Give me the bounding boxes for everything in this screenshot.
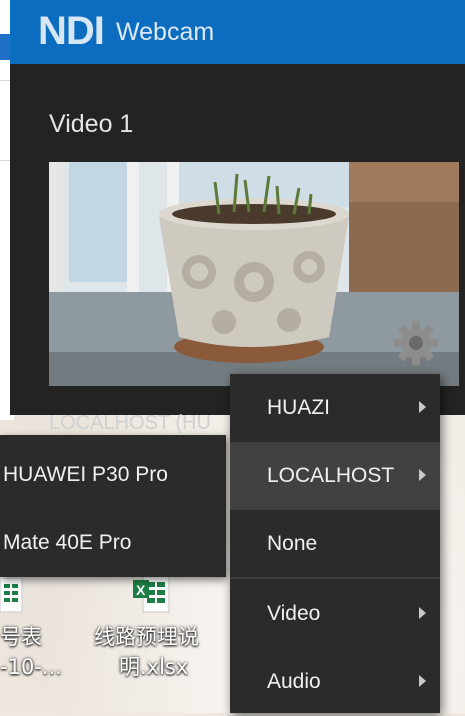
video-label: Video 1 [49, 110, 134, 138]
desktop-file-1-name-line2: -10-... [0, 655, 62, 679]
menu-item-none[interactable]: None [230, 510, 440, 578]
gear-icon[interactable] [391, 318, 441, 368]
video-preview[interactable] [49, 162, 459, 386]
desktop-file-1[interactable] [0, 578, 30, 618]
menu-item-label: Mate 40E Pro [3, 531, 132, 554]
menu-item-huawei-p30-pro[interactable]: HUAWEI P30 Pro [0, 441, 226, 509]
source-label: LOCALHOST (HU [49, 412, 211, 434]
menu-item-label: Audio [267, 670, 321, 693]
desktop-file-1-name-line1: 号表 [0, 625, 42, 649]
menu-item-label: HUAWEI P30 Pro [3, 463, 168, 486]
ndi-webcam-window[interactable]: NDI Webcam Video 1 LOCALHOST (HU [10, 0, 465, 434]
source-submenu: HUAWEI P30 Pro Mate 40E Pro [0, 435, 226, 577]
svg-text:X: X [136, 582, 146, 598]
menu-item-huazi[interactable]: HUAZI [230, 374, 440, 442]
ndi-logo: NDI [38, 9, 105, 53]
menu-item-label: LOCALHOST [267, 464, 395, 487]
menu-item-audio[interactable]: Audio [230, 648, 440, 716]
context-menu: HUAZI LOCALHOST None Video Audio [230, 374, 440, 713]
menu-item-label: None [267, 532, 318, 555]
submenu-arrow-icon [419, 469, 426, 481]
submenu-arrow-icon [419, 607, 426, 619]
menu-item-video[interactable]: Video [230, 580, 440, 648]
excel-icon [0, 578, 23, 613]
desktop-file-2-name-line1: 线路预埋说 [94, 625, 199, 649]
submenu-arrow-icon [419, 401, 426, 413]
desktop-file-2[interactable]: X [133, 574, 173, 616]
menu-item-label: Video [267, 602, 321, 625]
desktop-file-2-name-line2: 明.xlsx [119, 655, 189, 679]
excel-icon: X [133, 575, 170, 613]
menu-item-mate-40e-pro[interactable]: Mate 40E Pro [0, 509, 226, 577]
submenu-arrow-icon [419, 675, 426, 687]
menu-separator [230, 577, 440, 579]
title-bar[interactable]: NDI Webcam [10, 0, 465, 64]
menu-item-localhost[interactable]: LOCALHOST [230, 442, 440, 510]
menu-item-label: HUAZI [267, 396, 330, 419]
window-title: Webcam [116, 18, 215, 46]
